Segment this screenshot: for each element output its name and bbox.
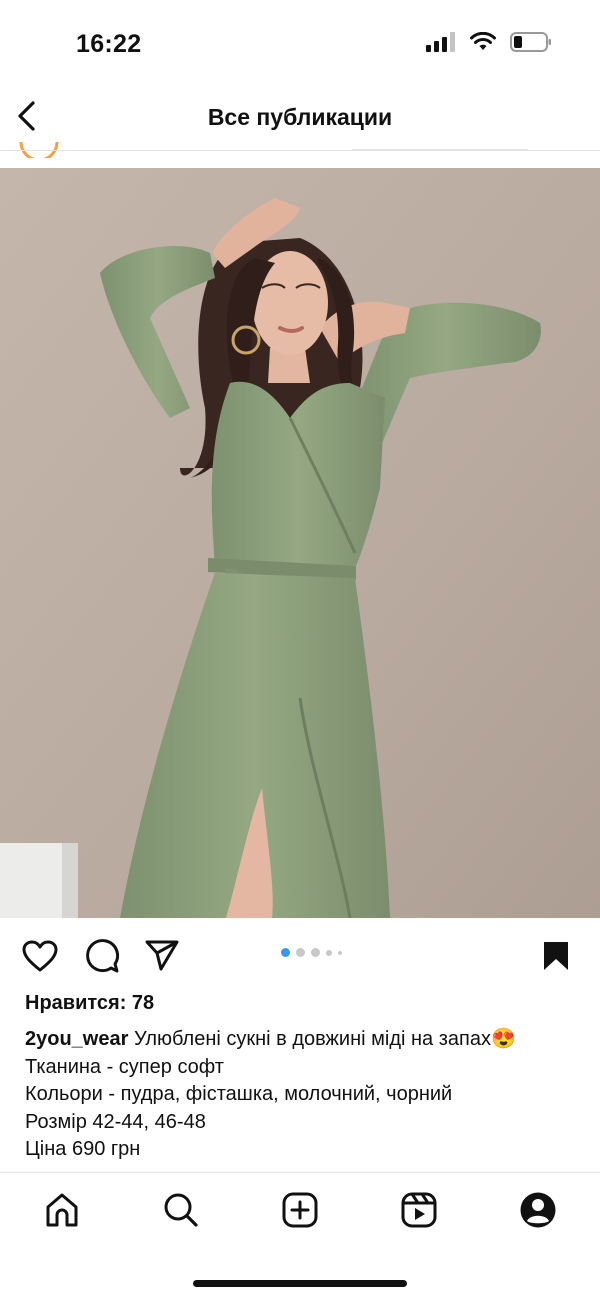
carousel-dot bbox=[326, 949, 332, 956]
caption-line: Ціна 690 грн bbox=[25, 1138, 141, 1160]
comment-icon bbox=[86, 939, 120, 973]
comment-button[interactable] bbox=[82, 936, 122, 976]
carousel-dot bbox=[296, 948, 305, 957]
tab-search[interactable] bbox=[159, 1188, 203, 1232]
reels-icon bbox=[401, 1192, 437, 1228]
tab-profile[interactable] bbox=[516, 1188, 560, 1232]
like-button[interactable] bbox=[20, 936, 60, 976]
nav-header: Все публикации bbox=[0, 90, 600, 150]
save-button[interactable] bbox=[536, 936, 576, 976]
tab-reels[interactable] bbox=[397, 1188, 441, 1232]
heart-icon bbox=[22, 940, 58, 972]
search-icon bbox=[164, 1193, 198, 1227]
page-title: Все публикации bbox=[207, 104, 393, 130]
carousel-dot bbox=[338, 950, 342, 955]
battery-icon bbox=[510, 32, 551, 52]
home-icon bbox=[46, 1193, 78, 1227]
share-icon bbox=[145, 940, 179, 971]
tab-create[interactable] bbox=[278, 1188, 322, 1232]
caption-line: Розмір 42-44, 46-48 bbox=[25, 1110, 206, 1133]
caption-line: Тканина - супер софт bbox=[25, 1055, 224, 1078]
wifi-icon bbox=[470, 32, 496, 50]
tab-bar bbox=[0, 1180, 600, 1240]
tab-bar-divider bbox=[0, 1172, 600, 1173]
home-indicator[interactable] bbox=[193, 1280, 407, 1287]
profile-icon bbox=[520, 1192, 556, 1228]
caption-username[interactable]: 2you_wear bbox=[25, 1028, 128, 1050]
create-icon bbox=[282, 1192, 318, 1228]
header-divider bbox=[0, 150, 600, 151]
likes-count[interactable]: Нравится: 78 bbox=[25, 992, 154, 1015]
post-image[interactable] bbox=[0, 168, 600, 918]
status-icons bbox=[426, 32, 552, 52]
caption-text: Улюблені сукні в довжині міді на запах😍 bbox=[128, 1028, 516, 1050]
carousel-dot bbox=[311, 948, 320, 957]
cellular-signal-icon bbox=[426, 32, 455, 52]
share-button[interactable] bbox=[142, 936, 182, 976]
caption-line: Кольори - пудра, фісташка, молочний, чор… bbox=[25, 1083, 453, 1105]
status-bar: 16:22 bbox=[0, 0, 600, 90]
post-caption: 2you_wear Улюблені сукні в довжині міді … bbox=[25, 1026, 585, 1164]
tab-home[interactable] bbox=[40, 1188, 84, 1232]
status-time: 16:22 bbox=[76, 30, 142, 58]
carousel-dots bbox=[281, 948, 342, 957]
caption-first-line: 2you_wear Улюблені сукні в довжині міді … bbox=[25, 1026, 585, 1054]
bookmark-icon bbox=[544, 942, 568, 970]
carousel-dot-active bbox=[281, 948, 290, 957]
